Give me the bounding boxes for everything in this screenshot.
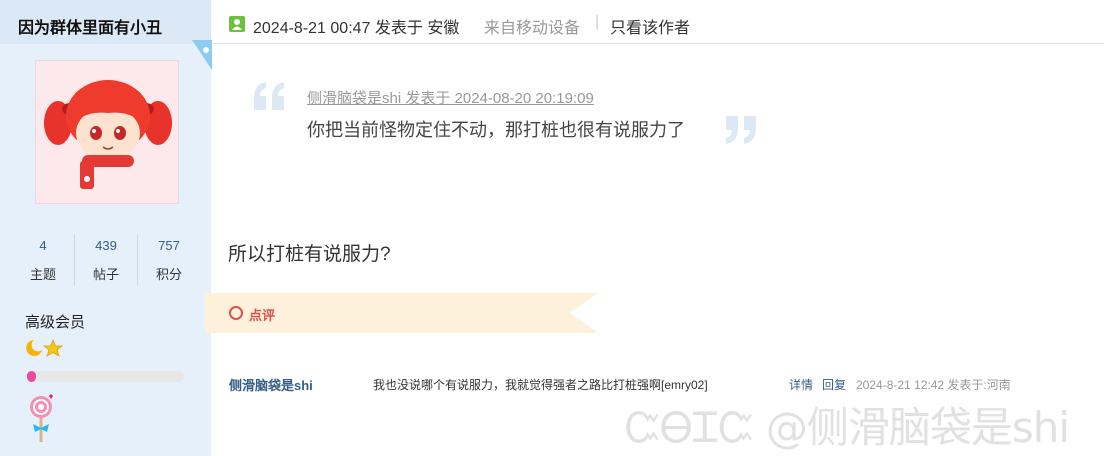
watermark: ᏨᎾᏆᏨ @侧滑脑袋是shi [625,403,1070,452]
stat-label: 积分 [155,267,182,282]
level-progress-bar [27,371,184,382]
avatar-image [44,80,172,189]
post-header: 2024-8-21 00:47 发表于 安徽 来自移动设备 | 只看该作者 [211,0,1104,44]
apple-device-icon [192,40,212,70]
level-progress-fill [27,371,37,382]
quote-open-icon [254,82,284,110]
stat-label: 帖子 [92,267,119,282]
stat-value: 4 [39,238,47,253]
stat-threads[interactable]: 4 主题 [12,234,75,286]
quote-source-link[interactable]: 侧滑脑袋是shi 发表于 2024-08-20 20:19:09 [307,87,594,108]
post-body: 所以打桩有说服力? [228,244,391,265]
quote-text: 你把当前怪物定住不动，那打桩也很有说服力了 [307,120,685,140]
avatar[interactable] [35,60,179,204]
stat-posts[interactable]: 439 帖子 [75,234,138,286]
comment-username[interactable]: 侧滑脑袋是shi [229,375,313,394]
comment-reply-link[interactable]: 回复 [822,376,846,393]
user-online-icon [229,16,245,32]
comment-detail-link[interactable]: 详情 [789,376,813,393]
post-source: 来自移动设备 [484,20,581,37]
member-rank[interactable]: 高级会员 [25,311,85,332]
header-separator: | [595,13,600,30]
author-name[interactable]: 因为群体里面有小丑 [0,0,211,44]
stat-value: 757 [158,238,180,253]
comment-section-header: 点评 [205,293,598,333]
stat-label: 主题 [29,267,56,282]
only-author-link[interactable]: 只看该作者 [610,14,690,38]
comment-icon [229,306,243,320]
comment-label: 点评 [249,308,276,323]
comment-text: 我也没说哪个有说服力，我就觉得强者之路比打桩强啊[emry02] [373,378,708,392]
stat-points[interactable]: 757 积分 [138,234,200,286]
post-date: 2024-8-21 00:47 发表于 安徽 [253,20,460,37]
moon-star-rank-icon [26,338,64,357]
stat-value: 439 [95,238,117,253]
quote-close-icon [726,116,756,144]
author-stats: 4 主题 439 帖子 757 积分 [12,234,200,286]
author-sidebar: 因为群体里面有小丑 4 主题 439 帖子 757 积分 高级会员 [0,0,212,456]
comment-time: 2024-8-21 12:42 发表于:河南 [856,378,1011,392]
lollipop-medal-icon[interactable] [27,392,57,444]
